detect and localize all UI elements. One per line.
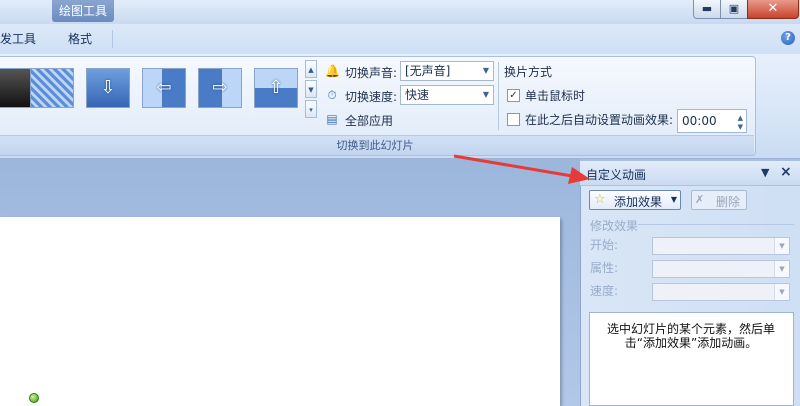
transition-thumb-push-left[interactable]: ⇦ bbox=[142, 68, 186, 108]
title-bar bbox=[0, 0, 800, 25]
property-label: 属性: bbox=[590, 261, 619, 275]
minimize-icon: ▬ bbox=[701, 2, 713, 15]
chevron-down-icon: ▼ bbox=[774, 261, 789, 277]
start-label: 开始: bbox=[590, 238, 619, 252]
speed-icon: ⏱ bbox=[327, 88, 337, 102]
rotation-handle-icon[interactable] bbox=[29, 393, 39, 403]
remove-icon: ✗ bbox=[695, 193, 705, 206]
remove-label: 删除 bbox=[716, 195, 741, 209]
modify-effect-heading: 修改效果 bbox=[590, 219, 639, 233]
transition-group-label: 切换到此幻灯片 bbox=[0, 135, 754, 155]
auto-advance-checkbox[interactable] bbox=[507, 113, 520, 126]
chevron-down-icon: ▼ bbox=[774, 238, 789, 254]
gallery-up-button[interactable]: ▲ bbox=[305, 60, 317, 78]
drawing-tools-contextual-tab[interactable]: 绘图工具 bbox=[52, 0, 114, 22]
auto-advance-time-spinner[interactable]: 00:00 ▲ ▼ bbox=[677, 109, 747, 133]
transition-thumb-push-down[interactable]: ⇩ bbox=[86, 68, 130, 108]
spin-down-icon[interactable]: ▼ bbox=[738, 123, 743, 131]
close-button[interactable]: ✕ bbox=[747, 0, 799, 19]
help-icon[interactable]: ? bbox=[781, 31, 795, 45]
remove-effect-button[interactable]: ✗ 删除 bbox=[691, 190, 747, 210]
tab-divider bbox=[112, 30, 113, 48]
speed-label: 切换速度: bbox=[345, 90, 398, 104]
tab-format[interactable]: 格式 bbox=[68, 24, 92, 54]
chevron-down-icon: ▼ bbox=[774, 284, 789, 300]
slide-canvas[interactable] bbox=[0, 217, 560, 406]
pane-menu-icon[interactable]: ▼ bbox=[761, 166, 769, 179]
transition-thumb-dark[interactable] bbox=[0, 68, 34, 108]
add-effect-label: 添加效果 bbox=[614, 195, 663, 209]
apply-all-icon: ▤ bbox=[326, 112, 338, 126]
gallery-down-button[interactable]: ▼ bbox=[305, 80, 317, 98]
arrow-down-icon: ⇩ bbox=[100, 77, 116, 98]
speed-effect-dropdown[interactable]: ▼ bbox=[652, 283, 790, 301]
transition-thumb-push-right[interactable]: ⇨ bbox=[198, 68, 242, 108]
chevron-down-icon: ▼ bbox=[482, 90, 490, 99]
minimize-button[interactable]: ▬ bbox=[693, 0, 721, 19]
speed-value: 快速 bbox=[405, 88, 430, 102]
sound-dropdown[interactable]: [无声音] ▼ bbox=[400, 61, 494, 81]
on-click-label: 单击鼠标时 bbox=[525, 89, 586, 103]
tab-developer-tools[interactable]: 发工具 bbox=[0, 24, 36, 54]
speed-dropdown[interactable]: 快速 ▼ bbox=[400, 85, 494, 105]
spin-up-icon[interactable]: ▲ bbox=[738, 114, 743, 122]
star-icon: ☆ bbox=[594, 192, 606, 207]
add-effect-button[interactable]: ☆ 添加效果 ▼ bbox=[589, 190, 681, 210]
arrow-up-icon: ⇧ bbox=[268, 77, 284, 98]
transition-thumb-push-up[interactable]: ⇧ bbox=[254, 68, 298, 108]
pane-close-icon[interactable]: × bbox=[780, 164, 792, 180]
maximize-button[interactable]: ▣ bbox=[720, 0, 748, 19]
arrow-left-icon: ⇦ bbox=[156, 77, 172, 98]
annotation-arrow-icon bbox=[453, 154, 590, 184]
animation-hint-text: 选中幻灯片的某个元素，然后单击“添加效果”添加动画。 bbox=[606, 322, 775, 350]
ribbon-tab-row: 发工具 格式 ? bbox=[0, 24, 800, 54]
sound-value: [无声音] bbox=[405, 64, 451, 78]
arrow-right-icon: ⇨ bbox=[212, 77, 228, 98]
sound-icon: 🔔 bbox=[325, 64, 340, 78]
property-dropdown[interactable]: ▼ bbox=[652, 260, 790, 278]
auto-advance-label: 在此之后自动设置动画效果: bbox=[525, 113, 674, 127]
on-click-checkbox[interactable]: ✓ bbox=[507, 89, 520, 102]
start-dropdown[interactable]: ▼ bbox=[652, 237, 790, 255]
chevron-down-icon: ▼ bbox=[670, 195, 677, 204]
gallery-scroll: ▲ ▼ ▾ bbox=[305, 60, 317, 120]
speed-effect-label: 速度: bbox=[590, 284, 619, 298]
apply-all-button[interactable]: 全部应用 bbox=[345, 112, 393, 129]
maximize-icon: ▣ bbox=[728, 2, 740, 15]
sound-label: 切换声音: bbox=[345, 66, 398, 80]
heading-divider bbox=[638, 224, 794, 225]
auto-advance-time-value: 00:00 bbox=[682, 114, 717, 128]
group-divider bbox=[498, 62, 499, 130]
gallery-more-button[interactable]: ▾ bbox=[305, 100, 317, 118]
chevron-down-icon: ▼ bbox=[482, 66, 490, 75]
transition-thumb-dissolve[interactable] bbox=[30, 68, 74, 108]
close-icon: ✕ bbox=[767, 1, 779, 16]
ribbon: ⇩ ⇦ ⇨ ⇧ ▲ ▼ ▾ 🔔 切换声音: [无声音] ▼ ⏱ 切换速度: 快速… bbox=[0, 54, 800, 159]
advance-slide-heading: 换片方式 bbox=[504, 65, 553, 79]
